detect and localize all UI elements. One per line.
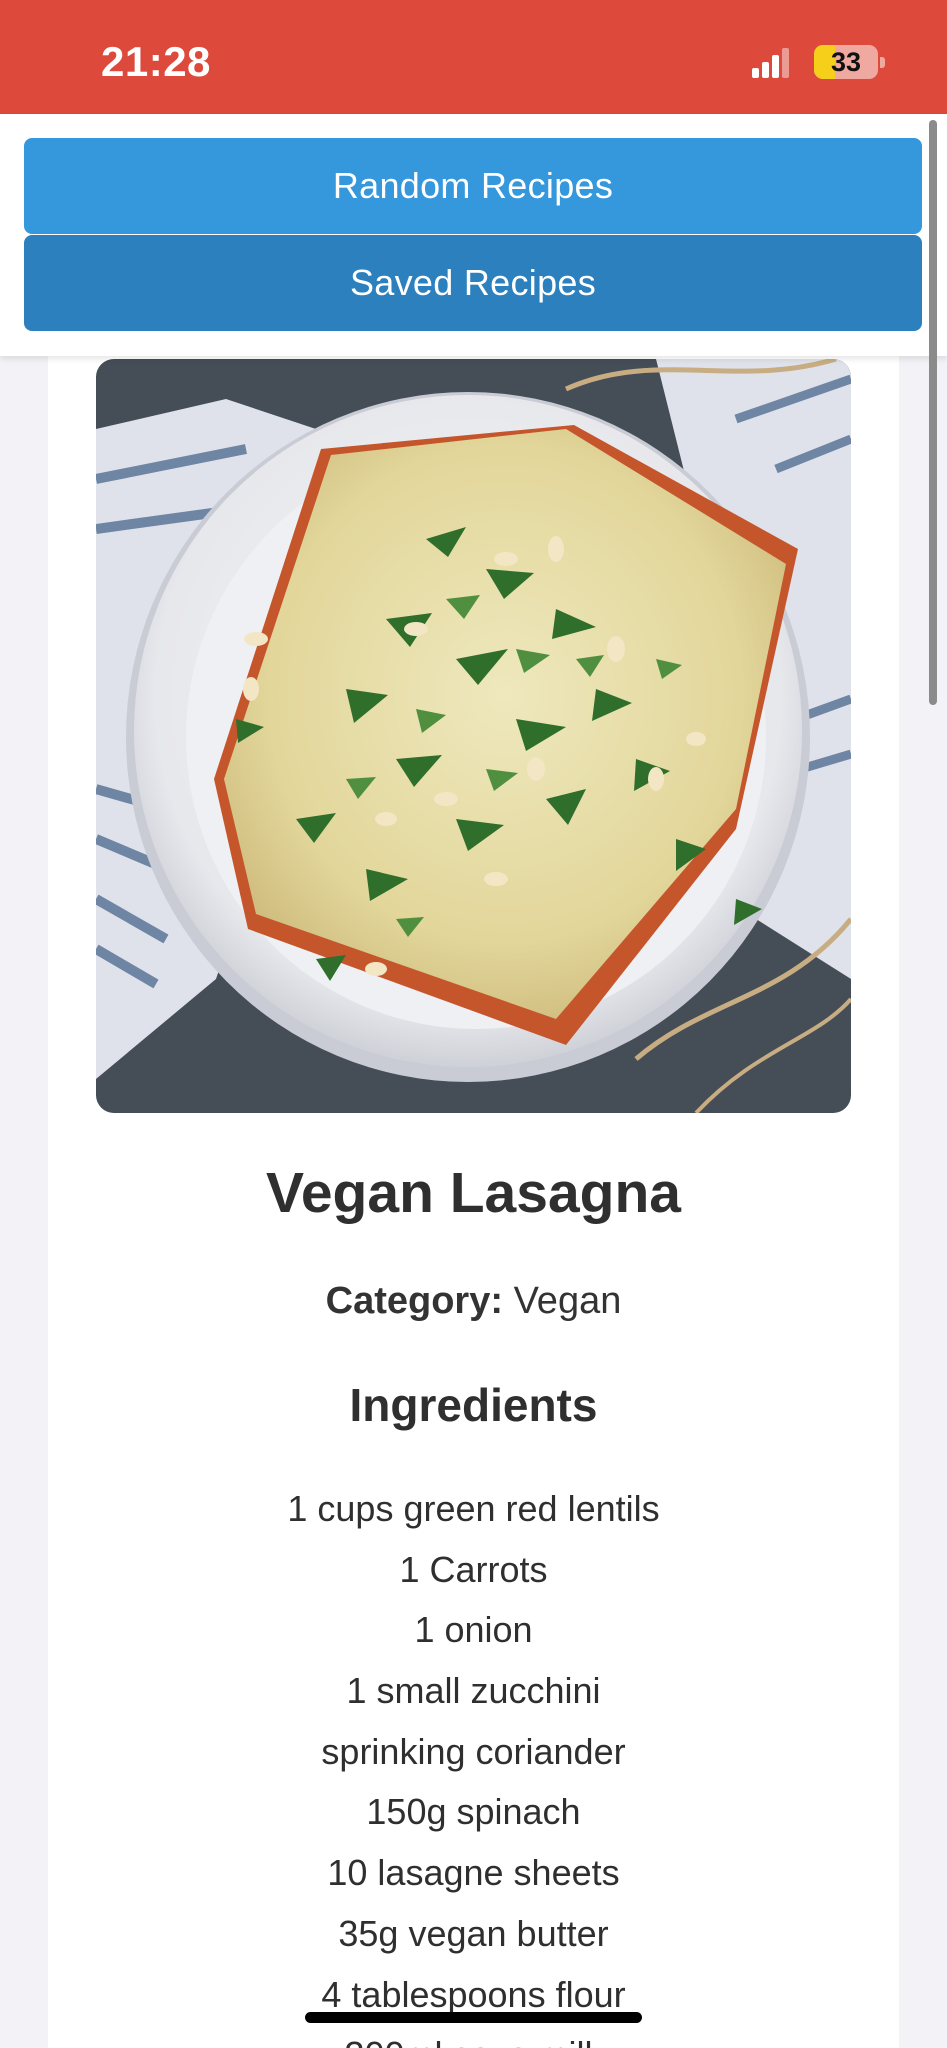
- category-value: Vegan: [513, 1280, 622, 1322]
- lasagna-photo: [96, 359, 851, 1113]
- ingredient-item: 1 Carrots: [399, 1548, 548, 1590]
- ingredient-list: 1 cups green red lentils 1 Carrots 1 oni…: [48, 1483, 899, 2048]
- battery-icon: 33: [814, 45, 878, 79]
- ingredient-item: sprinking coriander: [321, 1730, 626, 1772]
- recipe-image: [96, 359, 851, 1113]
- saved-recipes-button[interactable]: Saved Recipes: [24, 235, 922, 331]
- ingredient-item: 300ml soya milk: [48, 2029, 899, 2048]
- nav-bar: Random Recipes Saved Recipes: [0, 114, 947, 356]
- home-indicator[interactable]: [305, 2012, 642, 2023]
- ingredient-item: 1 onion: [414, 1609, 533, 1651]
- ingredient-item: 10 lasagne sheets: [327, 1852, 620, 1894]
- recipe-title: Vegan Lasagna: [265, 1161, 681, 1225]
- ingredient-item: 1 small zucchini: [346, 1670, 601, 1712]
- status-time: 21:28: [101, 38, 211, 85]
- battery-cap: [880, 57, 885, 68]
- random-recipes-button[interactable]: Random Recipes: [24, 138, 922, 234]
- ingredients-heading: Ingredients: [349, 1379, 598, 1431]
- ingredient-item: 35g vegan butter: [338, 1912, 609, 1954]
- recipe-category: Category: Vegan: [48, 1280, 899, 1323]
- battery-percentage: 33: [830, 47, 862, 77]
- status-bar: 21:28 33: [0, 0, 947, 114]
- signal-icon: [752, 48, 789, 78]
- ingredient-item: 1 cups green red lentils: [287, 1488, 660, 1529]
- scrollbar-thumb[interactable]: [929, 120, 937, 705]
- ingredient-item: 150g spinach: [366, 1791, 581, 1833]
- category-label: Category:: [325, 1280, 503, 1322]
